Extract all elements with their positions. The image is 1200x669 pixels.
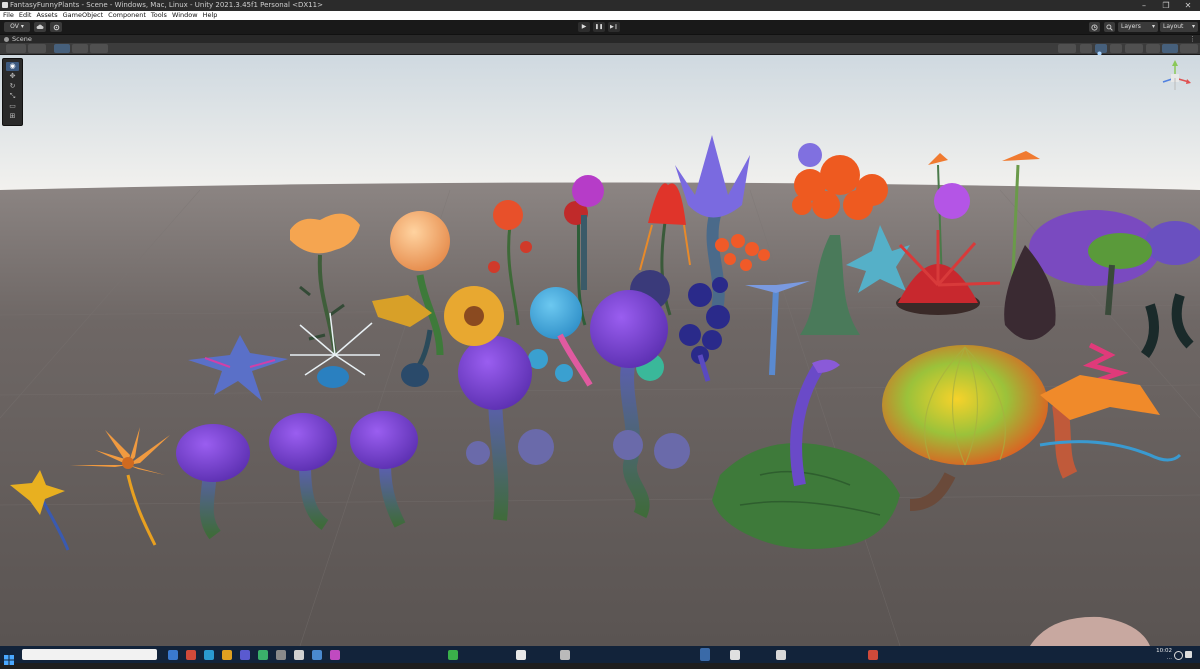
taskbar-clock[interactable]: 10:02 ...: [1156, 648, 1172, 662]
camera-settings-button[interactable]: [1162, 44, 1178, 53]
taskbar-app-icon[interactable]: [776, 650, 786, 660]
settings-icon: [53, 24, 59, 30]
pause-icon: ❚❚: [594, 24, 604, 30]
close-button[interactable]: ✕: [1181, 0, 1195, 11]
rotate-tool-button[interactable]: ↻: [6, 82, 19, 91]
history-icon: [1091, 23, 1098, 31]
layers-label: Layers: [1121, 23, 1141, 30]
windows-icon: [4, 655, 14, 665]
scale-tool-button[interactable]: ⤡: [6, 92, 19, 101]
scene-viewport[interactable]: [0, 55, 1200, 646]
collab-button[interactable]: [50, 22, 62, 32]
audio-toggle-button[interactable]: [1110, 44, 1122, 53]
orientation-gizmo[interactable]: [1155, 58, 1195, 98]
scene-tab-icon: [4, 37, 9, 42]
orientation-dropdown[interactable]: [1058, 44, 1076, 53]
menu-assets[interactable]: Assets: [36, 11, 57, 20]
step-icon: ▶❙: [609, 24, 619, 30]
layers-dropdown[interactable]: Layers ▾: [1118, 22, 1158, 32]
scene-view-toolbar: [0, 43, 1200, 58]
view-tool-button[interactable]: ◉: [6, 62, 19, 71]
account-label: OV: [10, 23, 19, 30]
rotate-icon: ↻: [9, 82, 16, 90]
undo-history-button[interactable]: [1089, 22, 1100, 32]
move-tool-button[interactable]: ✥: [6, 72, 19, 81]
minimize-button[interactable]: –: [1137, 0, 1151, 11]
taskbar-app-icon[interactable]: [186, 650, 196, 660]
grid-visibility-button[interactable]: [90, 44, 108, 53]
taskbar-app-icon[interactable]: [294, 650, 304, 660]
rect-tool-button[interactable]: ▭: [6, 102, 19, 111]
search-icon: [1106, 23, 1113, 31]
gizmos-dropdown[interactable]: [1180, 44, 1198, 53]
chevron-down-icon: ▾: [1191, 23, 1195, 30]
menu-window[interactable]: Window: [172, 11, 198, 20]
menu-help[interactable]: Help: [203, 11, 218, 20]
notification-icon: [1185, 651, 1192, 658]
taskbar-app-icon[interactable]: [168, 650, 178, 660]
lighting-toggle-button[interactable]: [1095, 44, 1107, 58]
taskbar-app-icon[interactable]: [330, 650, 340, 660]
unity-logo-icon: [2, 2, 8, 8]
render-mode-dropdown[interactable]: [28, 44, 46, 53]
clock-time: 10:02: [1156, 648, 1172, 654]
taskbar-app-icon[interactable]: [312, 650, 322, 660]
os-taskbar: 10:02 ...: [0, 646, 1200, 665]
taskbar-search-box[interactable]: [22, 649, 157, 660]
step-button[interactable]: ▶❙: [608, 22, 620, 32]
account-dropdown[interactable]: OV ▾: [4, 22, 30, 32]
taskbar-app-icon[interactable]: [560, 650, 570, 660]
transform-icon: ⊞: [9, 112, 16, 120]
2d-toggle-button[interactable]: [1080, 44, 1092, 53]
menu-bar: File Edit Assets GameObject Component Tools Wi…: [0, 11, 1200, 20]
menu-gameobject[interactable]: GameObject: [63, 11, 104, 20]
rect-icon: ▭: [9, 102, 16, 110]
axis-gizmo-icon: [1162, 60, 1191, 90]
menu-component[interactable]: Component: [108, 11, 146, 20]
eye-icon: ◉: [9, 62, 16, 70]
menu-edit[interactable]: Edit: [19, 11, 32, 20]
transform-tool-button[interactable]: ⊞: [6, 112, 19, 121]
hidden-objects-button[interactable]: [1146, 44, 1160, 53]
scene-render: [0, 55, 1200, 646]
play-icon: ▶: [581, 23, 587, 30]
scale-icon: ⤡: [9, 92, 16, 100]
cloud-icon: [36, 24, 44, 29]
layout-dropdown[interactable]: Layout ▾: [1160, 22, 1198, 32]
layout-label: Layout: [1163, 23, 1184, 30]
grid-snapping-button[interactable]: [54, 44, 70, 53]
taskbar-app-icon[interactable]: [276, 650, 286, 660]
taskbar-app-icon[interactable]: [258, 650, 268, 660]
taskbar-app-icon[interactable]: [222, 650, 232, 660]
wifi-icon: [1174, 651, 1183, 660]
increment-snap-button[interactable]: [72, 44, 88, 53]
cloud-button[interactable]: [34, 22, 46, 32]
start-button[interactable]: [4, 650, 14, 665]
taskbar-app-icon[interactable]: [516, 650, 526, 660]
window-title: FantasyFunnyPlants - Scene - Windows, Ma…: [10, 1, 323, 9]
move-icon: ✥: [9, 72, 16, 80]
draw-mode-dropdown[interactable]: [6, 44, 26, 53]
effects-dropdown[interactable]: [1125, 44, 1143, 53]
chevron-down-icon: ▾: [1151, 23, 1155, 30]
menu-file[interactable]: File: [3, 11, 14, 20]
menu-tools[interactable]: Tools: [151, 11, 167, 20]
taskbar-app-icon[interactable]: [700, 648, 710, 661]
play-button[interactable]: ▶: [578, 22, 590, 32]
taskbar-app-icon[interactable]: [868, 650, 878, 660]
maximize-button[interactable]: ❐: [1159, 0, 1173, 11]
taskbar-app-icon[interactable]: [204, 650, 214, 660]
main-toolbar: OV ▾ ▶ ❚❚ ▶❙ Layers ▾ Layout ▾: [0, 20, 1200, 34]
pause-button[interactable]: ❚❚: [593, 22, 605, 32]
taskbar-app-icon[interactable]: [240, 650, 250, 660]
search-button[interactable]: [1104, 22, 1115, 32]
tool-palette: ◉ ✥ ↻ ⤡ ▭ ⊞: [2, 58, 23, 126]
taskbar-app-icon[interactable]: [448, 650, 458, 660]
window-title-bar: FantasyFunnyPlants - Scene - Windows, Ma…: [0, 0, 1200, 11]
taskbar-app-icon[interactable]: [730, 650, 740, 660]
clock-date: ...: [1166, 655, 1172, 661]
system-tray[interactable]: [1174, 650, 1194, 660]
